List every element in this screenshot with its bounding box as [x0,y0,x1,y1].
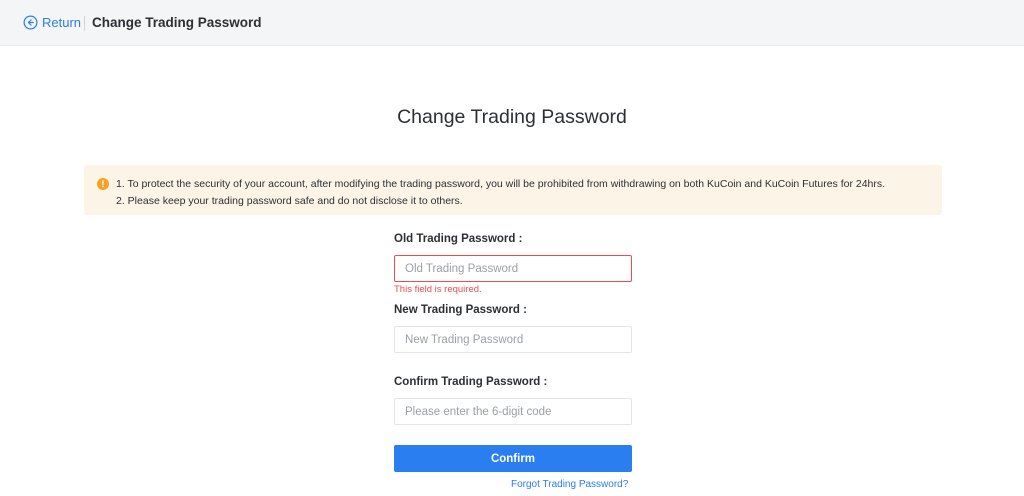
notice-line: 2. Please keep your trading password saf… [116,195,463,207]
arrow-left-circle-icon [23,15,38,30]
divider [84,16,85,31]
confirm-password-label: Confirm Trading Password : [394,376,548,388]
warning-icon: ! [97,178,109,190]
new-password-input[interactable] [394,326,632,353]
confirm-button[interactable]: Confirm [394,445,632,472]
top-bar: Return Change Trading Password [0,0,1024,46]
return-button[interactable]: Return [23,15,81,30]
return-label: Return [42,15,82,30]
notice-line: 1. To protect the security of your accou… [116,178,886,190]
old-password-label: Old Trading Password : [394,233,523,245]
old-password-input[interactable] [394,255,632,282]
new-password-label: New Trading Password : [394,304,527,316]
confirm-password-input[interactable] [394,398,632,425]
old-password-error: This field is required. [394,284,482,295]
forgot-password-link[interactable]: Forgot Trading Password? [511,479,628,490]
page-title: Change Trading Password [397,106,627,128]
notice-banner: ! 1. To protect the security of your acc… [84,165,942,215]
header-title: Change Trading Password [92,15,262,30]
